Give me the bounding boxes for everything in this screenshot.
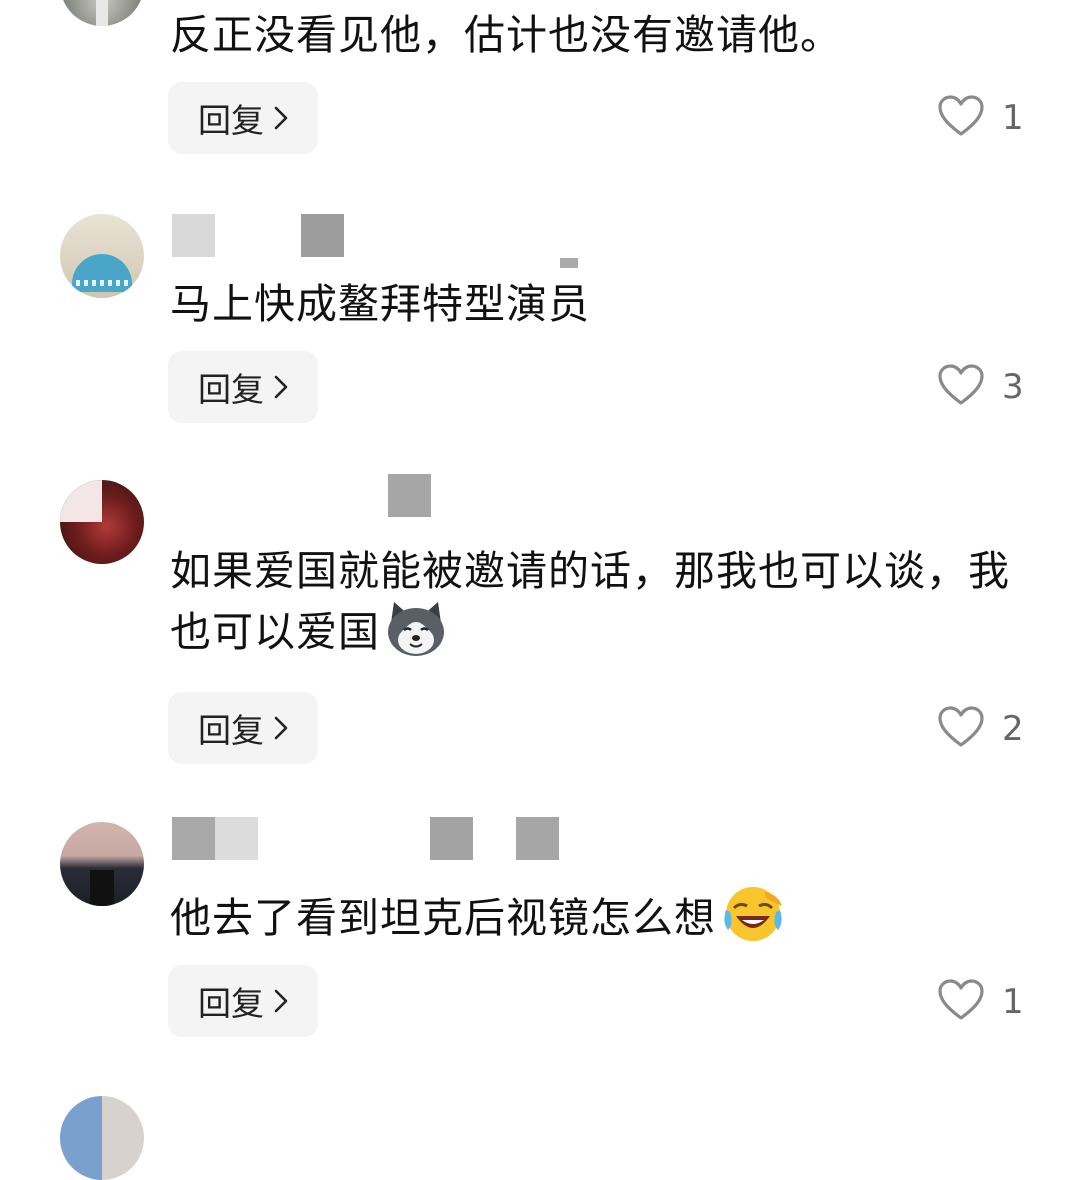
username-mosaic[interactable] [388, 474, 431, 517]
username-mosaic[interactable] [172, 214, 344, 257]
reply-label: 回复 [198, 101, 264, 140]
chevron-right-icon [274, 716, 288, 740]
mosaic-fragment [560, 258, 578, 268]
heart-outline-icon [938, 95, 984, 141]
like-button[interactable]: 3 [938, 362, 1024, 412]
chevron-right-icon [274, 375, 288, 399]
comment-text-content: 他去了看到坦克后视镜怎么想 [170, 894, 716, 942]
comment-text: 反正没看见他，估计也没有邀请他。 [170, 11, 842, 59]
avatar[interactable] [60, 480, 144, 564]
avatar[interactable] [60, 1096, 144, 1180]
reply-button[interactable]: 回复 [168, 82, 318, 154]
reply-label: 回复 [198, 984, 264, 1023]
reply-button[interactable]: 回复 [168, 692, 318, 764]
like-count: 1 [1002, 982, 1024, 1022]
reply-label: 回复 [198, 370, 264, 409]
like-button[interactable]: 1 [938, 93, 1024, 143]
avatar[interactable] [60, 822, 144, 906]
like-count: 3 [1002, 367, 1024, 407]
comment-text: 如果爱国就能被邀请的话，那我也可以谈，我也可以爱国 [170, 542, 1020, 673]
heart-outline-icon [938, 706, 984, 752]
username-mosaic[interactable] [172, 817, 559, 860]
like-button[interactable]: 2 [938, 704, 1024, 754]
chevron-right-icon [274, 989, 288, 1013]
comment-text: 他去了看到坦克后视镜怎么想 [170, 884, 1020, 959]
reply-button[interactable]: 回复 [168, 965, 318, 1037]
avatar[interactable] [60, 214, 144, 298]
chevron-right-icon [274, 106, 288, 130]
heart-outline-icon [938, 979, 984, 1025]
husky-dog-emoji [384, 600, 448, 673]
comment-text-content: 如果爱国就能被邀请的话，那我也可以谈，我也可以爱国 [170, 547, 1010, 656]
avatar[interactable] [60, 0, 144, 26]
laughing-crying-emoji [720, 884, 786, 959]
like-count: 2 [1002, 709, 1024, 749]
reply-button[interactable]: 回复 [168, 351, 318, 423]
like-count: 1 [1002, 98, 1024, 138]
comment-text: 马上快成鳌拜特型演员 [170, 280, 590, 328]
reply-label: 回复 [198, 711, 264, 750]
like-button[interactable]: 1 [938, 977, 1024, 1027]
heart-outline-icon [938, 364, 984, 410]
